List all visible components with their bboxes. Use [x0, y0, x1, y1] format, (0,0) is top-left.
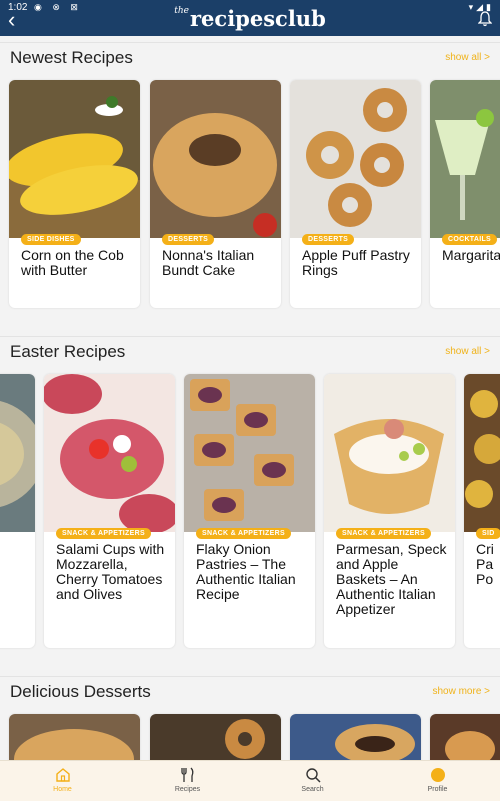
recipe-title: Apple Puff Pastry Rings — [302, 247, 410, 278]
show-all-link[interactable]: show all > — [445, 52, 490, 63]
crispy-potatoes-image — [464, 374, 500, 532]
recipe-card[interactable]: SNACK & APPETIZERS Parmesan, Speck and A… — [324, 374, 455, 648]
logo-prefix: the — [174, 6, 189, 16]
recipe-card[interactable]: COCKTAILS Margarita Original — [430, 80, 500, 308]
dessert-image — [290, 714, 421, 760]
delicious-desserts-row[interactable] — [0, 712, 500, 760]
newest-recipes-row[interactable]: SIDE DISHES Corn on the Cob with Butter … — [0, 78, 500, 312]
recipe-card[interactable]: SID Cri Pa Po — [464, 374, 500, 648]
tab-label: Search — [301, 786, 324, 793]
recipe-card[interactable] — [290, 714, 421, 760]
recipe-card[interactable]: SIDE DISHES Corn on the Cob with Butter — [9, 80, 140, 308]
tab-label: Profile — [427, 786, 448, 793]
section-divider — [0, 676, 500, 677]
newest-recipes-header: Newest Recipes show all > — [0, 44, 500, 74]
dessert-image — [150, 714, 281, 760]
category-badge: COCKTAILS — [442, 234, 498, 245]
recipe-title: Salami Cups with Mozzarella, Cherry Toma… — [56, 541, 165, 602]
bundt-cake-image — [150, 80, 281, 238]
onion-pastries-image — [184, 374, 315, 532]
recipe-title: Nonna's Italian Bundt Cake — [162, 247, 255, 278]
show-more-link[interactable]: show more > — [432, 686, 490, 697]
app-header: 1:02 ◉ ⊗ ⊠ ▾◢▮ ‹ therecipesclub — [0, 0, 500, 36]
recipe-title: Margarita Original — [442, 247, 500, 263]
section-title: Delicious Desserts — [10, 682, 151, 701]
tab-search[interactable]: Search — [250, 761, 375, 801]
tab-home[interactable]: Home — [0, 761, 125, 801]
section-divider — [0, 42, 500, 43]
app-logo: therecipesclub — [0, 6, 500, 31]
tab-label: Recipes — [174, 786, 201, 793]
logo-text: recipesclub — [189, 6, 326, 31]
recipe-title: Corn on the Cob with Butter — [21, 247, 124, 278]
category-badge: DESSERTS — [162, 234, 215, 245]
profile-dot-icon — [431, 768, 445, 782]
search-icon — [306, 768, 321, 783]
apple-rings-image — [290, 80, 421, 238]
recipe-card[interactable]: SNACK & APPETIZERS Flaky Onion Pastries … — [184, 374, 315, 648]
recipe-card[interactable] — [150, 714, 281, 760]
home-icon — [56, 768, 70, 782]
category-badge: SID — [476, 528, 500, 539]
recipe-card[interactable] — [430, 714, 500, 760]
parmesan-baskets-image — [324, 374, 455, 532]
recipe-card[interactable] — [9, 714, 140, 760]
recipe-card[interactable] — [0, 374, 35, 648]
margarita-image — [430, 80, 500, 238]
section-title: Newest Recipes — [10, 48, 133, 67]
corn-image — [9, 80, 140, 238]
recipe-card[interactable]: DESSERTS Apple Puff Pastry Rings — [290, 80, 421, 308]
category-badge: SNACK & APPETIZERS — [56, 528, 151, 539]
recipe-title: Parmesan, Speck and Apple Baskets – An A… — [336, 541, 447, 617]
section-divider — [0, 336, 500, 337]
easter-recipes-header: Easter Recipes show all > — [0, 338, 500, 368]
recipe-title: Flaky Onion Pastries – The Authentic Ita… — [196, 541, 296, 602]
category-badge: SNACK & APPETIZERS — [196, 528, 291, 539]
pasta-image — [0, 374, 35, 532]
easter-recipes-row[interactable]: SNACK & APPETIZERS Salami Cups with Mozz… — [0, 372, 500, 652]
recipe-title: Cri Pa Po — [476, 541, 494, 587]
tab-recipes[interactable]: Recipes — [125, 761, 250, 801]
dessert-image — [9, 714, 140, 760]
recipe-card[interactable]: SNACK & APPETIZERS Salami Cups with Mozz… — [44, 374, 175, 648]
show-all-link[interactable]: show all > — [445, 346, 490, 357]
tab-profile[interactable]: Profile — [375, 761, 500, 801]
delicious-desserts-header: Delicious Desserts show more > — [0, 678, 500, 708]
category-badge: DESSERTS — [302, 234, 355, 245]
section-title: Easter Recipes — [10, 342, 126, 361]
tab-label: Home — [53, 786, 72, 793]
category-badge: SNACK & APPETIZERS — [336, 528, 431, 539]
salami-cups-image — [44, 374, 175, 532]
fork-knife-icon — [181, 767, 194, 782]
bottom-tab-bar: Home Recipes Search Profile — [0, 760, 500, 801]
category-badge: SIDE DISHES — [21, 234, 81, 245]
notification-bell-icon[interactable] — [477, 11, 493, 32]
recipe-card[interactable]: DESSERTS Nonna's Italian Bundt Cake — [150, 80, 281, 308]
dessert-image — [430, 714, 500, 760]
